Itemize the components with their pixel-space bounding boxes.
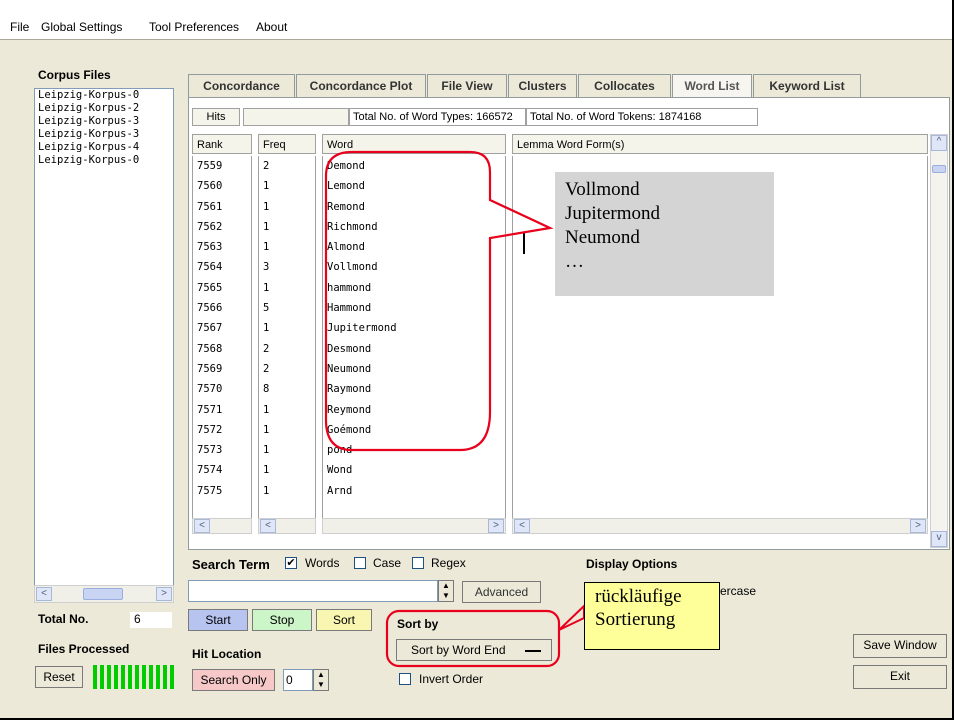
callout-word: Neumond — [565, 227, 640, 248]
search-term-label: Search Term — [192, 557, 270, 572]
app-window: File Global Settings Tool Preferences Ab… — [0, 0, 954, 720]
hit-location-label: Hit Location — [192, 647, 262, 661]
sort-by-label: Sort by — [397, 617, 439, 631]
sort-button[interactable]: Sort — [316, 609, 372, 631]
hit-location-input[interactable] — [283, 669, 313, 691]
annotation-overlay — [324, 150, 585, 668]
sort-callout-line: Sortierung — [595, 609, 676, 630]
lemma-callout: Vollmond Jupitermond Neumond … — [555, 172, 774, 296]
display-options-label: Display Options — [586, 557, 678, 571]
callout-word: Vollmond — [565, 179, 640, 200]
case-checkbox[interactable] — [354, 557, 366, 569]
sort-callout-line: rückläufige — [595, 586, 682, 607]
sort-by-select[interactable]: Sort by Word End — [396, 639, 552, 661]
stop-button[interactable]: Stop — [252, 609, 312, 631]
invert-order-checkbox[interactable] — [399, 673, 411, 685]
sort-by-value: Sort by Word End — [411, 643, 506, 657]
words-checkbox-label: Words — [305, 556, 340, 570]
search-input[interactable] — [188, 580, 438, 602]
advanced-button[interactable]: Advanced — [462, 581, 541, 603]
hit-location-spinner[interactable]: ▲ ▼ — [313, 669, 329, 691]
start-button[interactable]: Start — [188, 609, 248, 631]
exit-button[interactable]: Exit — [853, 665, 947, 689]
callout-word: … — [565, 251, 584, 272]
callout-word: Jupitermond — [565, 203, 660, 224]
regex-checkbox[interactable] — [412, 557, 424, 569]
save-window-button[interactable]: Save Window — [853, 634, 947, 658]
lowercase-option-label: ercase — [720, 584, 757, 598]
sort-callout-pointer — [558, 603, 585, 631]
words-checkbox[interactable]: ✔ — [285, 557, 297, 569]
invert-order-label: Invert Order — [419, 672, 484, 686]
word-highlight-outline — [324, 150, 554, 452]
dropdown-indicator-icon — [525, 650, 541, 652]
search-history-spinner[interactable]: ▲ ▼ — [438, 580, 454, 602]
regex-checkbox-label: Regex — [431, 556, 466, 570]
sort-callout: rückläufige Sortierung — [584, 582, 720, 650]
case-checkbox-label: Case — [373, 556, 402, 570]
search-only-button[interactable]: Search Only — [192, 669, 275, 691]
